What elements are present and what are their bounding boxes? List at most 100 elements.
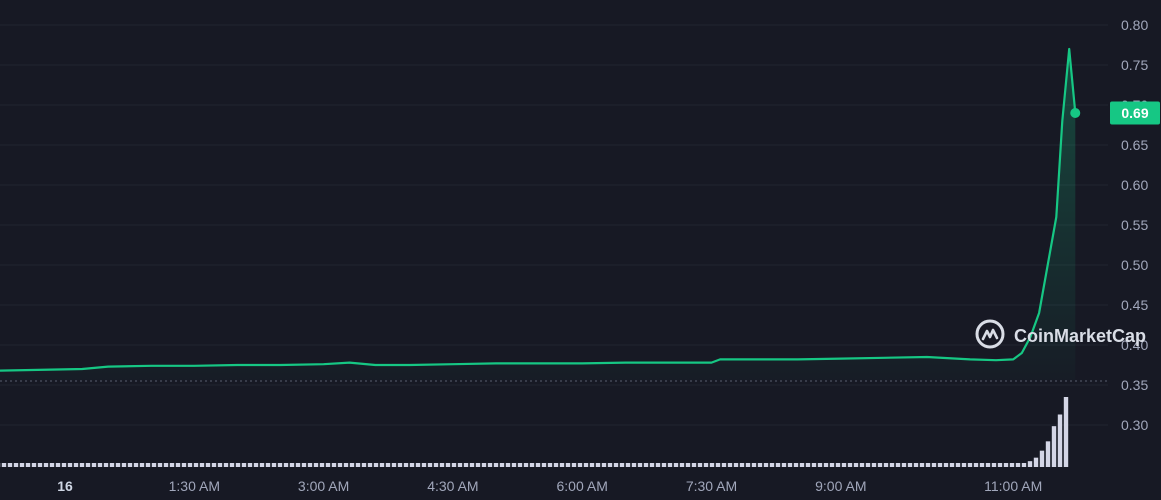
volume-bar: [835, 463, 841, 467]
volume-bar: [433, 463, 439, 467]
volume-bar: [421, 463, 427, 467]
x-tick-label: 1:30 AM: [169, 478, 220, 494]
x-tick-label: 7:30 AM: [686, 478, 737, 494]
volume-bar: [133, 463, 139, 467]
volume-bar: [1033, 457, 1039, 467]
volume-bar: [79, 463, 85, 467]
x-tick-label: 6:00 AM: [557, 478, 608, 494]
volume-bar: [877, 463, 883, 467]
volume-bar: [985, 463, 991, 467]
volume-bar: [487, 463, 493, 467]
volume-bar: [943, 463, 949, 467]
volume-bar: [805, 463, 811, 467]
volume-bar: [13, 463, 19, 467]
volume-bar: [61, 463, 67, 467]
volume-bar: [595, 463, 601, 467]
volume-bar: [355, 463, 361, 467]
volume-bar: [319, 463, 325, 467]
volume-bar: [367, 463, 373, 467]
volume-bar: [769, 463, 775, 467]
x-tick-label: 4:30 AM: [427, 478, 478, 494]
price-area-fill: [0, 49, 1076, 380]
volume-bar: [637, 463, 643, 467]
volume-bar: [829, 463, 835, 467]
volume-bar: [571, 463, 577, 467]
volume-bar: [853, 463, 859, 467]
y-tick-label: 0.80: [1121, 17, 1148, 33]
y-tick-label: 0.65: [1121, 137, 1148, 153]
volume-bar: [685, 463, 691, 467]
volume-bar: [253, 463, 259, 467]
volume-bar: [703, 463, 709, 467]
volume-bar: [847, 463, 853, 467]
volume-bar: [667, 463, 673, 467]
volume-bar: [727, 463, 733, 467]
volume-bar: [775, 463, 781, 467]
x-tick-label: 9:00 AM: [815, 478, 866, 494]
volume-bar: [475, 463, 481, 467]
volume-bar: [169, 463, 175, 467]
volume-bar: [883, 463, 889, 467]
volume-bar: [1, 463, 7, 467]
y-tick-label: 0.55: [1121, 217, 1148, 233]
volume-bar: [1027, 461, 1033, 467]
volume-bar: [751, 463, 757, 467]
volume-bar: [517, 463, 523, 467]
volume-bar: [613, 463, 619, 467]
volume-bar: [457, 463, 463, 467]
volume-bar: [241, 463, 247, 467]
volume-bar: [229, 463, 235, 467]
volume-bar: [97, 463, 103, 467]
volume-bar: [739, 463, 745, 467]
volume-bar: [427, 463, 433, 467]
volume-bar: [265, 463, 271, 467]
volume-bar: [865, 463, 871, 467]
volume-bar: [529, 463, 535, 467]
volume-bar: [763, 463, 769, 467]
volume-bar: [289, 463, 295, 467]
volume-bar: [913, 463, 919, 467]
price-chart[interactable]: 0.800.750.700.650.600.550.500.450.400.35…: [0, 0, 1161, 500]
volume-bar: [715, 463, 721, 467]
volume-bar: [1039, 450, 1045, 467]
volume-bar: [631, 463, 637, 467]
volume-bar: [799, 463, 805, 467]
volume-bar: [1045, 441, 1051, 467]
volume-bar: [31, 463, 37, 467]
volume-bar: [733, 463, 739, 467]
volume-bar: [559, 463, 565, 467]
volume-bar: [961, 463, 967, 467]
volume-bar: [325, 463, 331, 467]
volume-bar: [871, 463, 877, 467]
volume-bar: [349, 463, 355, 467]
volume-bar: [103, 463, 109, 467]
volume-bar: [499, 463, 505, 467]
volume-bar: [481, 463, 487, 467]
volume-bar: [997, 463, 1003, 467]
volume-bar: [841, 463, 847, 467]
volume-bar: [343, 463, 349, 467]
volume-bar: [145, 463, 151, 467]
volume-bar: [49, 463, 55, 467]
volume-bar: [655, 463, 661, 467]
volume-bar: [205, 463, 211, 467]
volume-bar: [67, 463, 73, 467]
volume-bar: [907, 463, 913, 467]
volume-bar: [649, 463, 655, 467]
volume-bar: [709, 463, 715, 467]
y-tick-label: 0.50: [1121, 257, 1148, 273]
volume-bar: [535, 463, 541, 467]
y-tick-label: 0.60: [1121, 177, 1148, 193]
volume-bar: [73, 463, 79, 467]
volume-bar: [691, 463, 697, 467]
volume-bar: [151, 463, 157, 467]
volume-bar: [25, 463, 31, 467]
volume-bar: [643, 463, 649, 467]
volume-bar: [199, 463, 205, 467]
volume-bar: [955, 463, 961, 467]
volume-bar: [301, 463, 307, 467]
volume-bar: [901, 463, 907, 467]
volume-bar: [379, 463, 385, 467]
volume-bar: [661, 463, 667, 467]
volume-bar: [1063, 397, 1069, 467]
